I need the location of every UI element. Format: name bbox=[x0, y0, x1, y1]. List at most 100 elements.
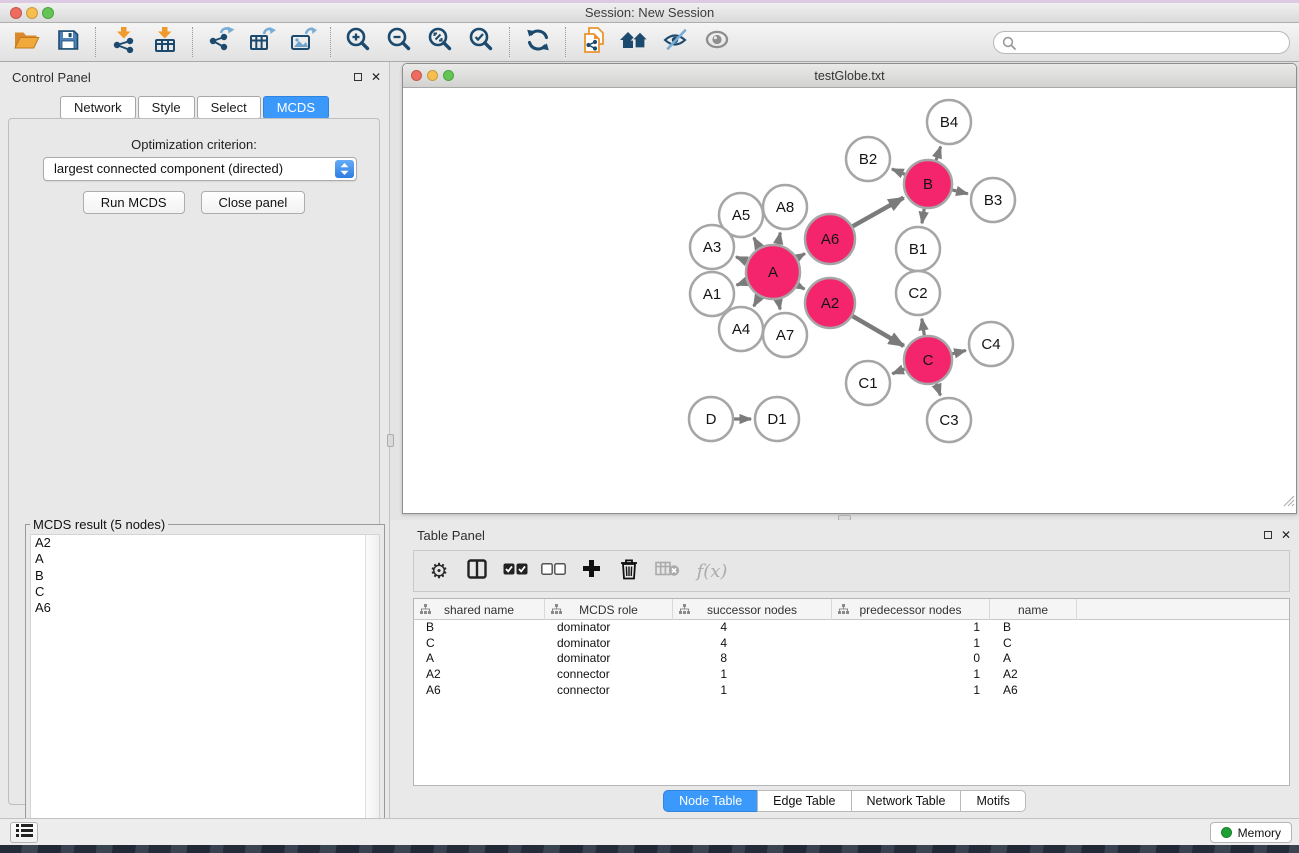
network-view-window[interactable]: testGlobe.txt B4B2BB3A5A8A6A3B1AA1C2A2A4… bbox=[402, 63, 1297, 514]
edge-C-C1[interactable] bbox=[892, 369, 904, 374]
edge-C-C3[interactable] bbox=[936, 384, 940, 396]
cell[interactable]: 1 bbox=[673, 683, 832, 699]
cell[interactable]: 8 bbox=[673, 651, 832, 667]
zoom-in-button[interactable] bbox=[338, 26, 379, 59]
tab-edge-table[interactable]: Edge Table bbox=[757, 790, 851, 812]
delete-column-button[interactable] bbox=[612, 554, 646, 588]
table-row[interactable]: A6connector11A6 bbox=[414, 683, 1289, 699]
resize-grip-icon[interactable] bbox=[1282, 494, 1295, 512]
task-history-button[interactable] bbox=[10, 822, 38, 843]
network-graph[interactable]: B4B2BB3A5A8A6A3B1AA1C2A2A4A7C4CC1C3DD1 bbox=[403, 89, 1296, 513]
cell[interactable]: C bbox=[414, 636, 545, 652]
zoom-fit-button[interactable] bbox=[420, 26, 461, 59]
result-item[interactable]: C bbox=[31, 584, 379, 600]
edge-A-A3[interactable] bbox=[736, 257, 747, 262]
cell[interactable]: A bbox=[990, 651, 1077, 667]
cell[interactable]: A bbox=[414, 651, 545, 667]
deselect-all-button[interactable] bbox=[536, 554, 570, 588]
cell[interactable]: B bbox=[414, 620, 545, 636]
export-table-button[interactable] bbox=[241, 26, 282, 59]
edge-C-C4[interactable] bbox=[952, 350, 966, 353]
tab-mcds[interactable]: MCDS bbox=[263, 96, 329, 119]
show-columns-button[interactable] bbox=[460, 554, 494, 588]
table-row[interactable]: Cdominator41C bbox=[414, 636, 1289, 652]
memory-button[interactable]: Memory bbox=[1210, 822, 1292, 843]
column-header-name[interactable]: name bbox=[990, 599, 1077, 620]
result-item[interactable]: A bbox=[31, 551, 379, 567]
tab-network[interactable]: Network bbox=[60, 96, 136, 119]
edge-B-B3[interactable] bbox=[952, 190, 967, 194]
edge-B-B1[interactable] bbox=[922, 209, 924, 224]
table-settings-button[interactable]: ⚙ bbox=[422, 554, 456, 588]
table-row[interactable]: A2connector11A2 bbox=[414, 667, 1289, 683]
edge-A-A5[interactable] bbox=[754, 238, 760, 248]
select-all-button[interactable] bbox=[498, 554, 532, 588]
result-item[interactable]: B bbox=[31, 568, 379, 584]
result-list-scrollbar[interactable] bbox=[365, 535, 379, 847]
mcds-result-list[interactable]: A2ABCA6 bbox=[30, 534, 380, 848]
cell[interactable]: 4 bbox=[673, 620, 832, 636]
zoom-selected-button[interactable] bbox=[461, 26, 502, 59]
show-detail-button[interactable] bbox=[696, 26, 737, 59]
import-network-button[interactable] bbox=[103, 26, 144, 59]
refresh-button[interactable] bbox=[517, 26, 558, 59]
home-button[interactable] bbox=[614, 26, 655, 59]
save-session-button[interactable] bbox=[47, 26, 88, 59]
open-file-button[interactable] bbox=[6, 26, 47, 59]
result-item[interactable]: A2 bbox=[31, 535, 379, 551]
edge-A-A4[interactable] bbox=[754, 296, 760, 306]
cell[interactable]: 1 bbox=[673, 667, 832, 683]
edge-A-A8[interactable] bbox=[778, 233, 780, 245]
cell[interactable]: 1 bbox=[832, 620, 990, 636]
criterion-select[interactable]: largest connected component (directed) bbox=[43, 157, 357, 181]
cell[interactable]: A2 bbox=[990, 667, 1077, 683]
cell[interactable]: A2 bbox=[414, 667, 545, 683]
edge-C-C2[interactable] bbox=[922, 319, 924, 336]
column-header-MCDS-role[interactable]: MCDS role bbox=[545, 599, 673, 620]
vertical-splitter-handle[interactable] bbox=[387, 434, 394, 447]
edge-A-A1[interactable] bbox=[736, 281, 746, 285]
search-input[interactable] bbox=[993, 31, 1290, 54]
add-column-button[interactable] bbox=[574, 554, 608, 588]
cell[interactable]: dominator bbox=[545, 620, 673, 636]
import-table-button[interactable] bbox=[144, 26, 185, 59]
edge-B-B4[interactable] bbox=[936, 147, 941, 161]
network-window-titlebar[interactable]: testGlobe.txt bbox=[403, 64, 1296, 88]
cell[interactable]: dominator bbox=[545, 636, 673, 652]
cell[interactable]: 0 bbox=[832, 651, 990, 667]
close-panel-button[interactable]: Close panel bbox=[201, 191, 306, 214]
hide-detail-button[interactable] bbox=[655, 26, 696, 59]
column-header-predecessor-nodes[interactable]: predecessor nodes bbox=[832, 599, 990, 620]
cell[interactable]: 1 bbox=[832, 636, 990, 652]
cell[interactable]: B bbox=[990, 620, 1077, 636]
result-item[interactable]: A6 bbox=[31, 600, 379, 616]
tab-network-table[interactable]: Network Table bbox=[851, 790, 962, 812]
cell[interactable]: dominator bbox=[545, 651, 673, 667]
copy-network-button[interactable] bbox=[573, 26, 614, 59]
cell[interactable]: 1 bbox=[832, 667, 990, 683]
edge-A2-C[interactable] bbox=[852, 316, 903, 346]
tab-motifs[interactable]: Motifs bbox=[960, 790, 1025, 812]
cell[interactable]: 4 bbox=[673, 636, 832, 652]
edge-A6-B[interactable] bbox=[853, 198, 904, 227]
export-image-button[interactable] bbox=[282, 26, 323, 59]
edge-B-B2[interactable] bbox=[892, 169, 905, 174]
network-canvas[interactable]: B4B2BB3A5A8A6A3B1AA1C2A2A4A7C4CC1C3DD1 bbox=[403, 89, 1296, 513]
table-row[interactable]: Bdominator41B bbox=[414, 620, 1289, 636]
close-table-panel-icon[interactable]: ✕ bbox=[1281, 529, 1291, 541]
run-mcds-button[interactable]: Run MCDS bbox=[83, 191, 185, 214]
node-table[interactable]: shared nameMCDS rolesuccessor nodesprede… bbox=[413, 598, 1290, 786]
cell[interactable]: A6 bbox=[414, 683, 545, 699]
edge-A-A6[interactable] bbox=[797, 254, 805, 258]
close-panel-icon[interactable]: ✕ bbox=[371, 71, 381, 83]
cell[interactable]: 1 bbox=[832, 683, 990, 699]
export-network-button[interactable] bbox=[200, 26, 241, 59]
edge-A-A7[interactable] bbox=[778, 300, 780, 310]
column-header-shared-name[interactable]: shared name bbox=[414, 599, 545, 620]
cell[interactable]: connector bbox=[545, 667, 673, 683]
float-table-panel-icon[interactable] bbox=[1264, 531, 1272, 539]
float-panel-icon[interactable] bbox=[354, 73, 362, 81]
column-header-successor-nodes[interactable]: successor nodes bbox=[673, 599, 832, 620]
tab-select[interactable]: Select bbox=[197, 96, 261, 119]
edge-A-A2[interactable] bbox=[798, 285, 805, 289]
